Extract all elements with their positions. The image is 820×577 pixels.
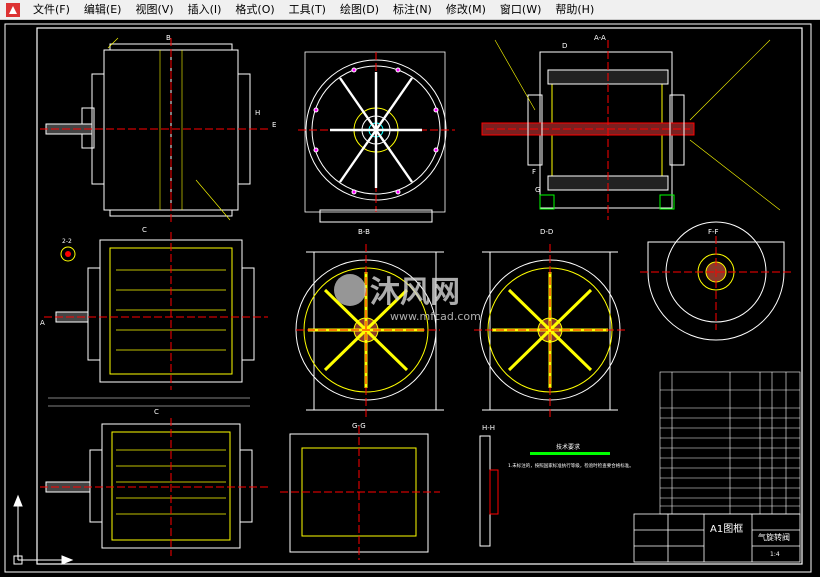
menu-insert[interactable]: 插入(I) (181, 0, 229, 20)
view-aa-label: A-A (594, 34, 606, 42)
view-top-a-marker: A (40, 319, 45, 327)
autocad-app-icon[interactable] (6, 2, 20, 17)
menu-tools[interactable]: 工具(T) (282, 0, 333, 20)
view-hh-label: H-H (482, 424, 495, 432)
view-gg-label: G-G (352, 422, 366, 430)
notes-line-1: 1.未标注的，按照国家标准执行等级，检验时检查要合格标准。 (508, 462, 634, 469)
view-c-label: C (154, 408, 159, 416)
view-b-h-marker: H (255, 109, 260, 117)
view-aa-f-marker: F (532, 168, 536, 176)
menu-view[interactable]: 视图(V) (128, 0, 180, 20)
view-aa-g-marker: G (535, 186, 540, 194)
menu-format[interactable]: 格式(O) (228, 0, 281, 20)
watermark-logo-icon (334, 274, 366, 306)
detail-2-2-label: 2-2 (62, 238, 72, 245)
title-block-sheet-size: A1图框 (710, 522, 743, 535)
drawing-canvas[interactable]: B E H A-A D F G 2-2 C A B-B D-D F-F C G-… (0, 21, 820, 577)
view-bb-label: B-B (358, 228, 370, 236)
notes-title: 技术要求 (556, 443, 580, 451)
watermark-brand: 沐风网 (370, 275, 460, 310)
menu-window[interactable]: 窗口(W) (493, 0, 548, 20)
view-dd-label: D-D (540, 228, 553, 236)
title-block-drawing-name: 气旋转阀 (758, 532, 790, 542)
watermark-url: www.mfcad.com (390, 310, 481, 323)
view-b-label: B (166, 34, 171, 42)
menu-bar: 文件(F) 编辑(E) 视图(V) 插入(I) 格式(O) 工具(T) 绘图(D… (0, 0, 820, 20)
view-aa-d-marker: D (562, 42, 567, 50)
menu-dimension[interactable]: 标注(N) (386, 0, 439, 20)
menu-help[interactable]: 帮助(H) (548, 0, 601, 20)
view-b-e-marker: E (272, 121, 276, 129)
view-top-c-marker: C (142, 226, 147, 234)
view-ff-label: F-F (708, 228, 719, 236)
menu-edit[interactable]: 编辑(E) (77, 0, 129, 20)
title-block-scale: 1:4 (770, 551, 780, 558)
notes-title-underline (530, 452, 610, 455)
menu-modify[interactable]: 修改(M) (439, 0, 493, 20)
menu-file[interactable]: 文件(F) (26, 0, 77, 20)
menu-draw[interactable]: 绘图(D) (333, 0, 386, 20)
